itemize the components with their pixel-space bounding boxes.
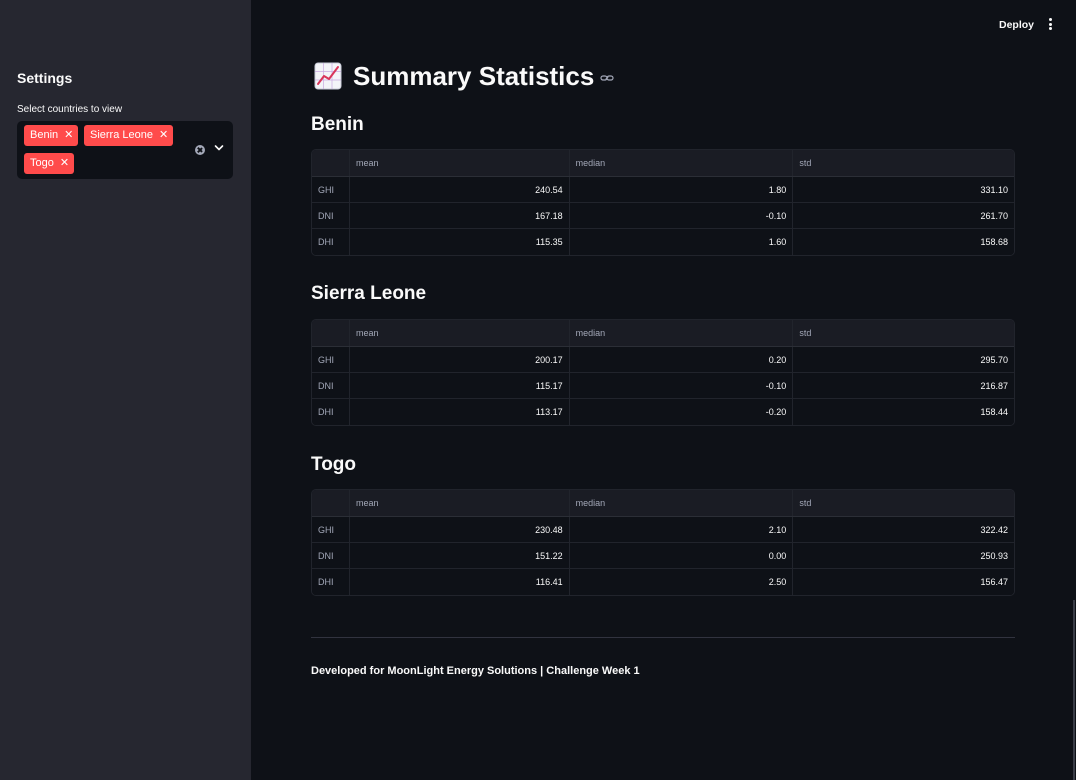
table-cell[interactable]: 1.60 <box>570 229 794 255</box>
table-cell[interactable]: 2.50 <box>570 569 794 595</box>
table-cell[interactable]: 158.68 <box>793 229 1014 255</box>
table-header: mean median std <box>312 320 1014 347</box>
remove-tag-icon[interactable]: ✕ <box>60 153 69 174</box>
row-label: DHI <box>312 229 350 255</box>
divider <box>311 637 1015 638</box>
header-cell[interactable]: std <box>793 490 1014 516</box>
table-cell[interactable]: 1.80 <box>570 177 794 202</box>
row-label: GHI <box>312 177 350 202</box>
vertical-ellipsis-icon[interactable] <box>1046 18 1054 32</box>
remove-tag-icon[interactable]: ✕ <box>159 125 168 146</box>
row-label: DHI <box>312 399 350 425</box>
table-header: mean median std <box>312 150 1014 177</box>
table-cell[interactable]: 0.20 <box>570 347 794 372</box>
table-cell[interactable]: 116.41 <box>350 569 570 595</box>
selected-tag-sierra-leone: Sierra Leone ✕ <box>84 125 174 146</box>
table-cell[interactable]: -0.10 <box>570 373 794 398</box>
table-row: DHI 115.35 1.60 158.68 <box>312 229 1014 255</box>
table-row: DHI 113.17 -0.20 158.44 <box>312 399 1014 425</box>
header-cell[interactable]: std <box>793 320 1014 346</box>
scrollbar[interactable] <box>1073 600 1075 780</box>
header-cell[interactable]: median <box>570 150 794 176</box>
table-cell[interactable]: 2.10 <box>570 517 794 542</box>
header-cell[interactable]: mean <box>350 490 570 516</box>
tag-label: Sierra Leone <box>90 129 153 141</box>
table-row: DNI 151.22 0.00 250.93 <box>312 543 1014 569</box>
table-cell[interactable]: 200.17 <box>350 347 570 372</box>
header-cell[interactable]: mean <box>350 150 570 176</box>
table-cell[interactable]: 230.48 <box>350 517 570 542</box>
table-cell[interactable]: 331.10 <box>793 177 1014 202</box>
header-cell <box>312 320 350 346</box>
table-cell[interactable]: 322.42 <box>793 517 1014 542</box>
table-row: GHI 230.48 2.10 322.42 <box>312 517 1014 543</box>
table-cell[interactable]: 261.70 <box>793 203 1014 228</box>
table-row: DHI 116.41 2.50 156.47 <box>312 569 1014 595</box>
page-title-text: Summary Statistics <box>353 60 595 91</box>
table-cell[interactable]: 158.44 <box>793 399 1014 425</box>
table-row: DNI 115.17 -0.10 216.87 <box>312 373 1014 399</box>
header-cell[interactable]: mean <box>350 320 570 346</box>
sidebar: Settings Select countries to view Benin ✕… <box>0 0 251 780</box>
tag-label: Benin <box>30 129 59 141</box>
stats-table-benin[interactable]: mean median std GHI 240.54 1.80 331.10 D… <box>311 149 1015 256</box>
deploy-button[interactable]: Deploy <box>999 19 1034 31</box>
country-select-label: Select countries to view <box>17 104 123 115</box>
table-cell[interactable]: -0.10 <box>570 203 794 228</box>
table-row: DNI 167.18 -0.10 261.70 <box>312 203 1014 229</box>
header-cell <box>312 150 350 176</box>
header-cell[interactable]: median <box>570 320 794 346</box>
table-row: GHI 200.17 0.20 295.70 <box>312 347 1014 373</box>
table-cell[interactable]: 167.18 <box>350 203 570 228</box>
row-label: DNI <box>312 203 350 228</box>
row-label: GHI <box>312 517 350 542</box>
section-title-benin: Benin <box>311 114 364 135</box>
page-title: Summary Statistics <box>314 58 614 94</box>
header-cell[interactable]: median <box>570 490 794 516</box>
header-cell <box>312 490 350 516</box>
footer-text: Developed for MoonLight Energy Solutions… <box>311 665 640 677</box>
stats-table-togo[interactable]: mean median std GHI 230.48 2.10 322.42 D… <box>311 489 1015 596</box>
selected-tag-benin: Benin ✕ <box>24 125 79 146</box>
stats-table-sierra-leone[interactable]: mean median std GHI 200.17 0.20 295.70 D… <box>311 319 1015 426</box>
table-cell[interactable]: -0.20 <box>570 399 794 425</box>
chart-increasing-icon <box>314 62 342 90</box>
table-cell[interactable]: 156.47 <box>793 569 1014 595</box>
section-title-sierra-leone: Sierra Leone <box>311 283 427 304</box>
table-cell[interactable]: 0.00 <box>570 543 794 568</box>
table-cell[interactable]: 115.35 <box>350 229 570 255</box>
table-row: GHI 240.54 1.80 331.10 <box>312 177 1014 203</box>
section-title-togo: Togo <box>311 454 357 475</box>
row-label: DNI <box>312 543 350 568</box>
row-label: DNI <box>312 373 350 398</box>
chevron-down-icon[interactable] <box>214 143 224 153</box>
selected-tag-togo: Togo ✕ <box>24 153 75 174</box>
tag-label: Togo <box>30 157 54 169</box>
table-cell[interactable]: 151.22 <box>350 543 570 568</box>
row-label: GHI <box>312 347 350 372</box>
table-cell[interactable]: 115.17 <box>350 373 570 398</box>
sidebar-title: Settings <box>17 70 73 86</box>
app-root: Settings Select countries to view Benin ✕… <box>0 0 1076 780</box>
table-header: mean median std <box>312 490 1014 517</box>
table-cell[interactable]: 113.17 <box>350 399 570 425</box>
table-cell[interactable]: 295.70 <box>793 347 1014 372</box>
remove-tag-icon[interactable]: ✕ <box>64 125 73 146</box>
table-cell[interactable]: 250.93 <box>793 543 1014 568</box>
header-cell[interactable]: std <box>793 150 1014 176</box>
table-cell[interactable]: 216.87 <box>793 373 1014 398</box>
link-icon[interactable] <box>600 71 614 85</box>
clear-all-icon[interactable] <box>195 145 205 155</box>
country-multiselect[interactable]: Benin ✕ Sierra Leone ✕ Togo ✕ <box>17 121 233 179</box>
row-label: DHI <box>312 569 350 595</box>
table-cell[interactable]: 240.54 <box>350 177 570 202</box>
